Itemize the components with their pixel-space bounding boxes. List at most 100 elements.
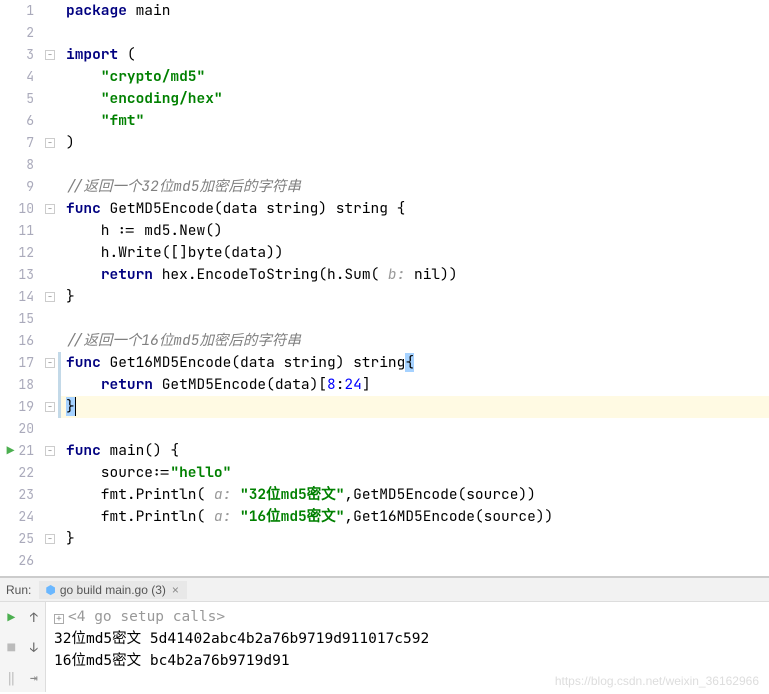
fold-toggle (42, 88, 58, 110)
code-line[interactable]: ) (58, 132, 769, 154)
code-line[interactable] (58, 550, 769, 572)
code-line[interactable]: //返回一个32位md5加密后的字符串 (58, 176, 769, 198)
line-number-gutter: 1234567891011121314151617181920▶21222324… (0, 0, 42, 576)
run-panel: Run: ⬢ go build main.go (3) × ▶ ↑ ■ ↓ ‖ … (0, 577, 769, 692)
code-line[interactable]: h.Write([]byte(data)) (58, 242, 769, 264)
output-line: +<4 go setup calls> (54, 606, 761, 628)
change-marker (58, 352, 61, 374)
line-number: 10 (0, 198, 34, 220)
go-file-icon: ⬢ (45, 583, 55, 597)
fold-toggle[interactable]: − (45, 138, 55, 148)
code-line[interactable]: } (58, 528, 769, 550)
scroll-down-button[interactable]: ↓ (23, 632, 46, 662)
code-line[interactable]: h := md5.New() (58, 220, 769, 242)
run-toolbar: ▶ ↑ ■ ↓ ‖ ⇥ (0, 602, 46, 692)
code-line[interactable] (58, 308, 769, 330)
code-line[interactable]: "fmt" (58, 110, 769, 132)
code-line[interactable]: fmt.Println( a: "16位md5密文",Get16MD5Encod… (58, 506, 769, 528)
code-editor[interactable]: 1234567891011121314151617181920▶21222324… (0, 0, 769, 576)
code-line[interactable]: return hex.EncodeToString(h.Sum( b: nil)… (58, 264, 769, 286)
fold-toggle[interactable]: − (45, 446, 55, 456)
pause-button[interactable]: ‖ (0, 662, 23, 692)
code-line[interactable] (58, 418, 769, 440)
run-tab-label: go build main.go (3) (60, 583, 166, 597)
change-marker (58, 396, 61, 418)
code-line[interactable]: import ( (58, 44, 769, 66)
line-number: 14 (0, 286, 34, 308)
line-number: 1 (0, 0, 34, 22)
rerun-button[interactable]: ▶ (0, 602, 23, 632)
fold-toggle (42, 22, 58, 44)
run-label: Run: (6, 583, 31, 597)
line-number: 13 (0, 264, 34, 286)
line-number: 18 (0, 374, 34, 396)
stop-button[interactable]: ■ (0, 632, 23, 662)
code-line[interactable]: fmt.Println( a: "32位md5密文",GetMD5Encode(… (58, 484, 769, 506)
fold-toggle[interactable]: − (45, 204, 55, 214)
fold-toggle (42, 242, 58, 264)
run-gutter-icon[interactable]: ▶ (7, 442, 15, 459)
output-fold-icon[interactable]: + (54, 614, 64, 624)
line-number: 11 (0, 220, 34, 242)
fold-toggle (42, 176, 58, 198)
code-line[interactable]: "crypto/md5" (58, 66, 769, 88)
line-number: ▶21 (0, 440, 34, 462)
line-number: 26 (0, 550, 34, 572)
code-line[interactable]: //返回一个16位md5加密后的字符串 (58, 330, 769, 352)
fold-toggle (42, 506, 58, 528)
line-number: 12 (0, 242, 34, 264)
line-number: 7 (0, 132, 34, 154)
fold-toggle (42, 154, 58, 176)
fold-toggle (42, 484, 58, 506)
code-line[interactable]: func Get16MD5Encode(data string) string{ (58, 352, 769, 374)
fold-toggle (42, 220, 58, 242)
line-number: 8 (0, 154, 34, 176)
fold-toggle (42, 550, 58, 572)
line-number: 3 (0, 44, 34, 66)
fold-toggle (42, 330, 58, 352)
code-area[interactable]: package main import ( "crypto/md5" "encod… (58, 0, 769, 576)
fold-toggle (42, 110, 58, 132)
fold-toggle (42, 308, 58, 330)
run-tab[interactable]: ⬢ go build main.go (3) × (39, 581, 187, 599)
line-number: 5 (0, 88, 34, 110)
line-number: 25 (0, 528, 34, 550)
code-line[interactable]: return GetMD5Encode(data)[8:24] (58, 374, 769, 396)
fold-toggle (42, 462, 58, 484)
line-number: 17 (0, 352, 34, 374)
code-line[interactable]: func main() { (58, 440, 769, 462)
run-body: ▶ ↑ ■ ↓ ‖ ⇥ +<4 go setup calls>32位md5密文 … (0, 602, 769, 692)
fold-toggle[interactable]: − (45, 292, 55, 302)
change-marker (58, 374, 61, 396)
fold-toggle (42, 0, 58, 22)
close-icon[interactable]: × (170, 583, 181, 597)
code-line[interactable]: source:="hello" (58, 462, 769, 484)
fold-column[interactable]: − − − − − − − − (42, 0, 58, 576)
line-number: 2 (0, 22, 34, 44)
scroll-up-button[interactable]: ↑ (23, 602, 46, 632)
fold-toggle (42, 66, 58, 88)
fold-toggle (42, 264, 58, 286)
watermark: https://blog.csdn.net/weixin_36162966 (555, 674, 759, 688)
line-number: 9 (0, 176, 34, 198)
code-line[interactable]: func GetMD5Encode(data string) string { (58, 198, 769, 220)
code-line[interactable] (58, 154, 769, 176)
fold-toggle[interactable]: − (45, 358, 55, 368)
code-line[interactable]: } (58, 286, 769, 308)
line-number: 23 (0, 484, 34, 506)
line-number: 6 (0, 110, 34, 132)
fold-toggle[interactable]: − (45, 534, 55, 544)
code-line[interactable]: package main (58, 0, 769, 22)
fold-toggle (42, 374, 58, 396)
fold-toggle[interactable]: − (45, 402, 55, 412)
code-line[interactable]: "encoding/hex" (58, 88, 769, 110)
code-line[interactable]: } (58, 396, 769, 418)
line-number: 15 (0, 308, 34, 330)
run-output[interactable]: +<4 go setup calls>32位md5密文 5d41402abc4b… (46, 602, 769, 692)
fold-toggle[interactable]: − (45, 50, 55, 60)
fold-toggle (42, 418, 58, 440)
code-line[interactable] (58, 22, 769, 44)
output-line: 32位md5密文 5d41402abc4b2a76b9719d911017c59… (54, 628, 761, 650)
output-line: 16位md5密文 bc4b2a76b9719d91 (54, 650, 761, 672)
soft-wrap-button[interactable]: ⇥ (23, 662, 46, 692)
